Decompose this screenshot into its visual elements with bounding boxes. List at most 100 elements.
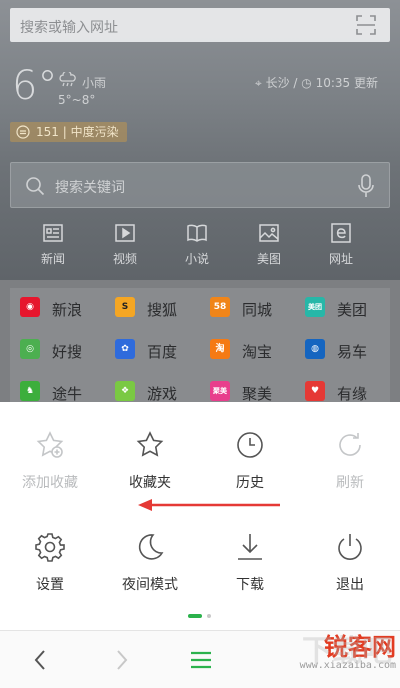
quick-nav-label: 新闻	[40, 252, 65, 266]
aqi-text: 151 | 中度污染	[36, 125, 119, 139]
site-sina[interactable]: ◉ 新浪	[10, 288, 105, 328]
book-icon	[187, 224, 207, 242]
video-icon	[115, 224, 135, 242]
menu-refresh[interactable]: 刷新	[300, 430, 400, 492]
aqi-badge[interactable]: 151 | 中度污染	[10, 122, 127, 142]
quick-nav-label: 美图	[256, 252, 281, 266]
rain-cloud-icon	[59, 72, 76, 87]
menu-label: 夜间模式	[122, 577, 178, 593]
site-name: 途牛	[52, 385, 83, 403]
jumei-icon: 聚美	[210, 381, 230, 401]
site-58[interactable]: 58 同城	[200, 288, 295, 328]
quick-nav-label: 视频	[112, 252, 137, 266]
chevron-right-icon[interactable]	[108, 647, 134, 673]
site-name: 新浪	[52, 301, 83, 319]
url-bar[interactable]: 搜索或输入网址	[10, 8, 390, 42]
menu-night-mode[interactable]: 夜间模式	[100, 532, 200, 594]
quick-nav-video[interactable]: 视频	[90, 222, 160, 267]
image-icon	[259, 224, 279, 242]
url-icon	[331, 223, 351, 243]
quick-nav-news[interactable]: 新闻	[18, 222, 88, 267]
yiche-icon: ◍	[305, 339, 325, 359]
bottom-toolbar: 下载吧 锐客网 www.xiazaiba.com	[0, 630, 400, 688]
site-name: 好搜	[52, 343, 83, 361]
games-icon: ❖	[115, 381, 135, 401]
menu-bookmarks[interactable]: 收藏夹	[100, 430, 200, 492]
browser-menu: 添加收藏 收藏夹 历史 刷新 设置 夜间模式 下载 退出	[0, 402, 400, 630]
menu-downloads[interactable]: 下载	[200, 532, 300, 594]
site-name: 同城	[242, 301, 273, 319]
haosou-icon: ◎	[20, 339, 40, 359]
download-icon	[238, 534, 262, 560]
location-pin-icon: ⌖	[254, 76, 262, 90]
menu-label: 收藏夹	[129, 475, 171, 491]
mic-icon[interactable]	[357, 174, 375, 198]
watermark: 下载吧 锐客网 www.xiazaiba.com	[264, 634, 396, 682]
site-meituan[interactable]: 美团 美团	[295, 288, 390, 328]
site-name: 有缘	[337, 385, 368, 403]
site-name: 易车	[337, 343, 368, 361]
menu-label: 历史	[236, 475, 264, 491]
news-icon	[43, 224, 63, 242]
site-name: 美团	[337, 301, 368, 319]
weather-condition: 小雨	[82, 76, 107, 90]
site-grid: ◉ 新浪 S 搜狐 58 同城 美团 美团 ◎ 好搜 ✿ 百度 淘 淘宝 ◍ 易…	[0, 280, 400, 410]
site-name: 淘宝	[242, 343, 273, 361]
gear-icon	[35, 533, 65, 562]
menu-label: 退出	[336, 577, 364, 593]
sohu-icon: S	[115, 297, 135, 317]
menu-exit[interactable]: 退出	[300, 532, 400, 594]
site-haosou[interactable]: ◎ 好搜	[10, 330, 105, 370]
site-baidu[interactable]: ✿ 百度	[105, 330, 200, 370]
meituan-icon: 美团	[305, 297, 325, 317]
annotation-arrow	[138, 499, 280, 511]
site-name: 游戏	[147, 385, 178, 403]
update-time: 10:35 更新	[315, 76, 378, 90]
star-icon	[136, 431, 164, 457]
tuniu-icon: ♞	[20, 381, 40, 401]
site-taobao[interactable]: 淘 淘宝	[200, 330, 295, 370]
temperature-range: 5°~8°	[58, 93, 96, 107]
menu-label: 设置	[36, 577, 64, 593]
menu-label: 添加收藏	[22, 475, 78, 491]
menu-add-bookmark[interactable]: 添加收藏	[0, 430, 100, 492]
youyuan-heart-icon: ♥	[305, 381, 325, 401]
refresh-icon	[339, 433, 361, 456]
scan-icon[interactable]	[356, 15, 376, 35]
quick-nav-novel[interactable]: 小说	[162, 222, 232, 267]
site-name: 百度	[147, 343, 178, 361]
clock-icon	[237, 432, 263, 458]
site-grid-panel: ◉ 新浪 S 搜狐 58 同城 美团 美团 ◎ 好搜 ✿ 百度 淘 淘宝 ◍ 易…	[10, 288, 390, 410]
quick-nav-images[interactable]: 美图	[234, 222, 304, 267]
page-dot[interactable]	[207, 614, 211, 618]
site-name: 聚美	[242, 385, 273, 403]
site-yiche[interactable]: ◍ 易车	[295, 330, 390, 370]
menu-settings[interactable]: 设置	[0, 532, 100, 594]
chevron-left-icon[interactable]	[28, 647, 54, 673]
weather-header: 搜索或输入网址 6° 小雨 5°~8° ⌖ 长沙 / ◷ 10:35 更新 15…	[0, 0, 400, 280]
menu-label: 刷新	[336, 475, 364, 491]
taobao-icon: 淘	[210, 339, 230, 359]
url-bar-placeholder: 搜索或输入网址	[20, 20, 118, 36]
search-icon	[26, 177, 45, 196]
baidu-paw-icon: ✿	[115, 339, 135, 359]
sina-icon: ◉	[20, 297, 40, 317]
site-sohu[interactable]: S 搜狐	[105, 288, 200, 328]
page-dot-active	[188, 614, 202, 618]
mask-icon	[16, 125, 30, 139]
menu-history[interactable]: 历史	[200, 430, 300, 492]
search-placeholder: 搜索关键词	[55, 180, 125, 196]
quick-nav-label: 小说	[184, 252, 209, 266]
location-name: 长沙	[265, 76, 290, 90]
clock-small-icon: ◷	[301, 76, 312, 90]
quick-nav-url[interactable]: 网址	[306, 222, 376, 267]
search-input[interactable]: 搜索关键词	[10, 162, 390, 208]
power-icon	[338, 534, 362, 560]
site-name: 搜狐	[147, 301, 178, 319]
hamburger-menu-icon[interactable]	[188, 647, 214, 673]
58-icon: 58	[210, 297, 230, 317]
menu-label: 下载	[236, 577, 264, 593]
location-row[interactable]: ⌖ 长沙 / ◷ 10:35 更新	[255, 74, 378, 91]
quick-nav: 新闻 视频 小说 美图 网址	[0, 222, 400, 270]
star-add-icon	[36, 431, 64, 458]
